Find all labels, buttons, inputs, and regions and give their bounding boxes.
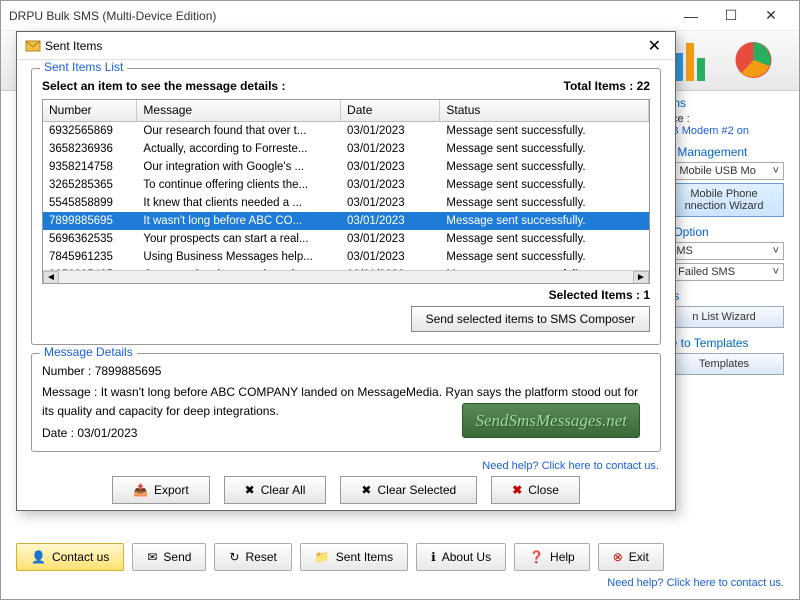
sent-items-dialog: Sent Items ✕ Sent Items List Select an i…: [16, 31, 676, 511]
delay-header: y Option: [664, 225, 784, 239]
table-row[interactable]: 3265285365To continue offering clients t…: [43, 176, 649, 194]
refresh-icon: ↻: [229, 550, 239, 564]
device-link[interactable]: SB Modem #2 on: [664, 125, 784, 137]
table-row[interactable]: 7899885695It wasn't long before ABC CO..…: [43, 212, 649, 230]
close-button[interactable]: ✕: [751, 1, 791, 31]
main-title: DRPU Bulk SMS (Multi-Device Edition): [9, 9, 671, 23]
right-panel: ions vice : SB Modem #2 on ta Management…: [664, 96, 784, 378]
table-row[interactable]: 7845961235Using Business Messages help..…: [43, 248, 649, 266]
send-to-composer-button[interactable]: Send selected items to SMS Composer: [411, 306, 650, 332]
files-header: les: [664, 289, 784, 303]
about-button[interactable]: ℹAbout Us: [416, 543, 506, 571]
export-icon: 📤: [133, 483, 148, 497]
info-icon: ℹ: [431, 550, 436, 564]
dialog-title: Sent Items: [45, 39, 642, 53]
col-date[interactable]: Date: [341, 100, 440, 121]
dialog-close-btn[interactable]: ✖Close: [491, 476, 580, 504]
total-items: Total Items : 22: [564, 79, 651, 93]
person-icon: 👤: [31, 550, 46, 564]
grid-header: Number Message Date Status: [43, 100, 649, 122]
list-wizard-button[interactable]: n List Wizard: [664, 306, 784, 328]
maximize-button[interactable]: ☐: [711, 1, 751, 31]
chevron-down-icon: ˅: [773, 165, 779, 177]
options-header: ions: [664, 96, 784, 110]
scroll-left-arrow[interactable]: ◄: [43, 271, 59, 284]
management-header: ta Management: [664, 145, 784, 159]
scroll-right-arrow[interactable]: ►: [633, 271, 649, 284]
contact-us-button[interactable]: 👤Contact us: [16, 543, 124, 571]
failed-sms-dropdown[interactable]: n Failed SMS˅: [664, 263, 784, 281]
device-label: vice :: [664, 113, 784, 125]
exit-button[interactable]: ⊗Exit: [598, 543, 664, 571]
col-status[interactable]: Status: [440, 100, 649, 121]
main-window: DRPU Bulk SMS (Multi-Device Edition) — ☐…: [0, 0, 800, 600]
table-row[interactable]: 5696362535Your prospects can start a rea…: [43, 230, 649, 248]
table-row[interactable]: 9358214758Our integration with Google's …: [43, 158, 649, 176]
table-row[interactable]: 6932565869Our research found that over t…: [43, 122, 649, 140]
send-button[interactable]: ✉Send: [132, 543, 206, 571]
export-button[interactable]: 📤Export: [112, 476, 210, 504]
pie-chart-icon: [724, 38, 784, 83]
table-row[interactable]: 3658236936Actually, according to Forrest…: [43, 140, 649, 158]
selected-count: Selected Items : 1: [42, 288, 650, 302]
horizontal-scrollbar[interactable]: ◄ ►: [43, 270, 649, 284]
main-titlebar: DRPU Bulk SMS (Multi-Device Edition) — ☐…: [1, 1, 799, 31]
table-row[interactable]: 5545858899It knew that clients needed a …: [43, 194, 649, 212]
folder-icon: 📁: [315, 550, 330, 564]
items-grid[interactable]: Number Message Date Status 6932565869Our…: [42, 99, 650, 284]
details-legend: Message Details: [40, 345, 137, 359]
sent-items-button[interactable]: 📁Sent Items: [300, 543, 408, 571]
clear-selected-icon: ✖: [361, 483, 371, 497]
clear-all-button[interactable]: ✖Clear All: [224, 476, 327, 504]
detail-number: Number : 7899885695: [42, 362, 650, 381]
connection-wizard-button[interactable]: Mobile Phone nnection Wizard: [664, 183, 784, 217]
clear-icon: ✖: [245, 483, 255, 497]
close-icon: ✖: [512, 483, 522, 497]
templates-button[interactable]: Templates: [664, 353, 784, 375]
dialog-close-button[interactable]: ✕: [642, 36, 667, 56]
col-number[interactable]: Number: [43, 100, 137, 121]
list-fieldset: Sent Items List Select an item to see th…: [31, 68, 661, 345]
envelope-icon: ✉: [147, 550, 157, 564]
table-row[interactable]: 8956235485Conversational messaging, al..…: [43, 266, 649, 270]
bottom-toolbar: 👤Contact us ✉Send ↻Reset 📁Sent Items ℹAb…: [1, 538, 799, 594]
reset-button[interactable]: ↻Reset: [214, 543, 291, 571]
instruction-text: Select an item to see the message detail…: [42, 79, 285, 93]
help-link[interactable]: Need help? Click here to contact us.: [16, 577, 784, 589]
chevron-down-icon: ˅: [773, 245, 779, 257]
chevron-down-icon: ˅: [773, 266, 779, 278]
dialog-help-link[interactable]: Need help? Click here to contact us.: [33, 460, 659, 472]
col-message[interactable]: Message: [137, 100, 341, 121]
templates-header: ge to Templates: [664, 336, 784, 350]
clear-selected-button[interactable]: ✖Clear Selected: [340, 476, 477, 504]
details-fieldset: Message Details Number : 7899885695 Mess…: [31, 353, 661, 452]
list-legend: Sent Items List: [40, 60, 127, 74]
sms-dropdown[interactable]: SMS˅: [664, 242, 784, 260]
minimize-button[interactable]: —: [671, 1, 711, 31]
device-dropdown[interactable]: S Mobile USB Mo˅: [664, 162, 784, 180]
help-button[interactable]: ❓Help: [514, 543, 590, 571]
sent-items-icon: [25, 38, 41, 54]
dialog-titlebar: Sent Items ✕: [17, 32, 675, 60]
exit-icon: ⊗: [613, 550, 623, 564]
help-icon: ❓: [529, 550, 544, 564]
watermark: SendSmsMessages.net: [462, 403, 640, 438]
